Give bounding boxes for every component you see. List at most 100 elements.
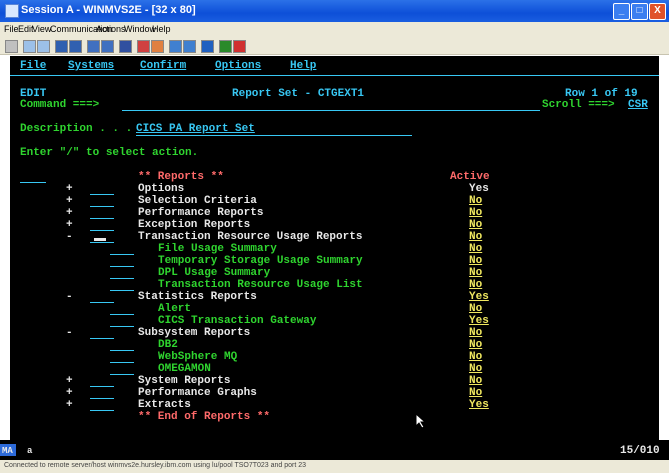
reports-header: ** Reports ** bbox=[138, 171, 224, 183]
connect-icon[interactable] bbox=[219, 40, 232, 53]
active-field[interactable]: No bbox=[469, 327, 482, 339]
selection-field[interactable] bbox=[90, 302, 114, 303]
status-left: MA bbox=[2, 446, 13, 456]
active-field[interactable]: No bbox=[469, 339, 482, 351]
keyboard-icon[interactable] bbox=[101, 40, 114, 53]
selection-field[interactable] bbox=[90, 230, 114, 231]
scroll-value[interactable]: CSR bbox=[628, 99, 648, 111]
command-input[interactable] bbox=[122, 110, 540, 111]
report-name: Exception Reports bbox=[138, 219, 251, 231]
ispf-menu-file[interactable]: File bbox=[20, 60, 46, 72]
active-field[interactable]: No bbox=[469, 243, 482, 255]
expand-indicator[interactable]: - bbox=[66, 291, 73, 303]
ispf-menu-confirm-label: Confirm bbox=[140, 60, 187, 72]
selection-field[interactable] bbox=[110, 290, 134, 291]
selection-field[interactable] bbox=[110, 266, 134, 267]
menu-actions[interactable]: Actions bbox=[96, 24, 126, 34]
report-name: Options bbox=[138, 183, 185, 195]
active-field[interactable]: No bbox=[469, 207, 482, 219]
selection-field[interactable] bbox=[90, 206, 114, 207]
active-field[interactable]: No bbox=[469, 387, 482, 399]
receive-icon[interactable] bbox=[69, 40, 82, 53]
selection-field[interactable] bbox=[110, 362, 134, 363]
help-icon[interactable] bbox=[233, 40, 246, 53]
record-icon[interactable] bbox=[137, 40, 150, 53]
paste-icon[interactable] bbox=[23, 40, 36, 53]
expand-indicator[interactable]: - bbox=[66, 231, 73, 243]
disconnect-icon[interactable] bbox=[201, 40, 214, 53]
active-field[interactable]: Yes bbox=[469, 399, 489, 411]
selection-field[interactable] bbox=[110, 350, 134, 351]
play-icon[interactable] bbox=[151, 40, 164, 53]
ispf-menu-systems-label: Systems bbox=[68, 60, 115, 72]
selection-field[interactable] bbox=[90, 398, 114, 399]
macro-icon[interactable] bbox=[169, 40, 182, 53]
report-name: Statistics Reports bbox=[138, 291, 257, 303]
selection-field[interactable] bbox=[110, 254, 134, 255]
print-icon[interactable] bbox=[119, 40, 132, 53]
active-field[interactable]: No bbox=[469, 267, 482, 279]
active-field[interactable]: Yes bbox=[469, 315, 489, 327]
copy-icon[interactable] bbox=[5, 40, 18, 53]
selection-field[interactable] bbox=[90, 386, 114, 387]
expand-indicator[interactable]: + bbox=[66, 195, 73, 207]
terminal-screen[interactable]: File Systems Confirm Options Help EDIT R… bbox=[10, 56, 659, 440]
selection-field[interactable] bbox=[110, 374, 134, 375]
send-icon[interactable] bbox=[55, 40, 68, 53]
report-name: File Usage Summary bbox=[158, 243, 277, 255]
expand-indicator[interactable]: + bbox=[66, 375, 73, 387]
description-field[interactable]: CICS PA Report Set bbox=[136, 123, 255, 135]
selection-field[interactable] bbox=[90, 410, 114, 411]
menu-view[interactable]: View bbox=[32, 24, 51, 34]
active-field[interactable]: Yes bbox=[469, 291, 489, 303]
header-selection-field[interactable] bbox=[20, 182, 46, 183]
active-field[interactable]: No bbox=[469, 351, 482, 363]
report-name: Performance Graphs bbox=[138, 387, 257, 399]
maximize-button[interactable]: □ bbox=[631, 3, 648, 20]
selection-field[interactable] bbox=[110, 326, 134, 327]
report-name: Subsystem Reports bbox=[138, 327, 251, 339]
ispf-menu-options[interactable]: Options bbox=[215, 60, 261, 72]
report-name: Performance Reports bbox=[138, 207, 264, 219]
menu-help[interactable]: Help bbox=[152, 24, 171, 34]
expand-indicator[interactable]: + bbox=[66, 387, 73, 399]
active-field[interactable]: No bbox=[469, 195, 482, 207]
report-name: Temporary Storage Usage Summary bbox=[158, 255, 363, 267]
selection-field[interactable] bbox=[90, 338, 114, 339]
report-name: Transaction Resource Usage Reports bbox=[138, 231, 363, 243]
active-field[interactable]: No bbox=[469, 375, 482, 387]
active-field[interactable]: No bbox=[469, 303, 482, 315]
clipboard-icon[interactable] bbox=[37, 40, 50, 53]
description-label: Description . . . bbox=[20, 123, 133, 135]
active-field[interactable]: Yes bbox=[469, 183, 489, 195]
status-bar: MA a 15/010 bbox=[0, 440, 669, 460]
command-label: Command ===> bbox=[20, 99, 100, 111]
selection-field[interactable] bbox=[90, 242, 114, 243]
expand-indicator[interactable]: - bbox=[66, 327, 73, 339]
active-field[interactable]: No bbox=[469, 363, 482, 375]
ispf-menu-help[interactable]: Help bbox=[290, 60, 316, 72]
expand-indicator[interactable]: + bbox=[66, 399, 73, 411]
report-name: OMEGAMON bbox=[158, 363, 211, 375]
active-field[interactable]: No bbox=[469, 255, 482, 267]
active-field[interactable]: No bbox=[469, 219, 482, 231]
ispf-menu-confirm[interactable]: Confirm bbox=[140, 60, 186, 72]
expand-indicator[interactable]: + bbox=[66, 219, 73, 231]
active-header: Active bbox=[450, 171, 490, 183]
status-session: a bbox=[27, 446, 33, 456]
minimize-button[interactable]: _ bbox=[613, 3, 630, 20]
selection-field[interactable] bbox=[90, 194, 114, 195]
display-icon[interactable] bbox=[87, 40, 100, 53]
selection-field[interactable] bbox=[110, 278, 134, 279]
expand-indicator[interactable]: + bbox=[66, 183, 73, 195]
selection-field[interactable] bbox=[110, 314, 134, 315]
selection-field[interactable] bbox=[90, 218, 114, 219]
expand-indicator[interactable]: + bbox=[66, 207, 73, 219]
close-button[interactable]: X bbox=[649, 3, 666, 20]
ispf-menu-systems[interactable]: Systems bbox=[68, 60, 114, 72]
menu-file[interactable]: File bbox=[4, 24, 19, 34]
active-field[interactable]: No bbox=[469, 279, 482, 291]
scroll-label: Scroll ===> bbox=[542, 99, 615, 111]
macro-edit-icon[interactable] bbox=[183, 40, 196, 53]
active-field[interactable]: No bbox=[469, 231, 482, 243]
